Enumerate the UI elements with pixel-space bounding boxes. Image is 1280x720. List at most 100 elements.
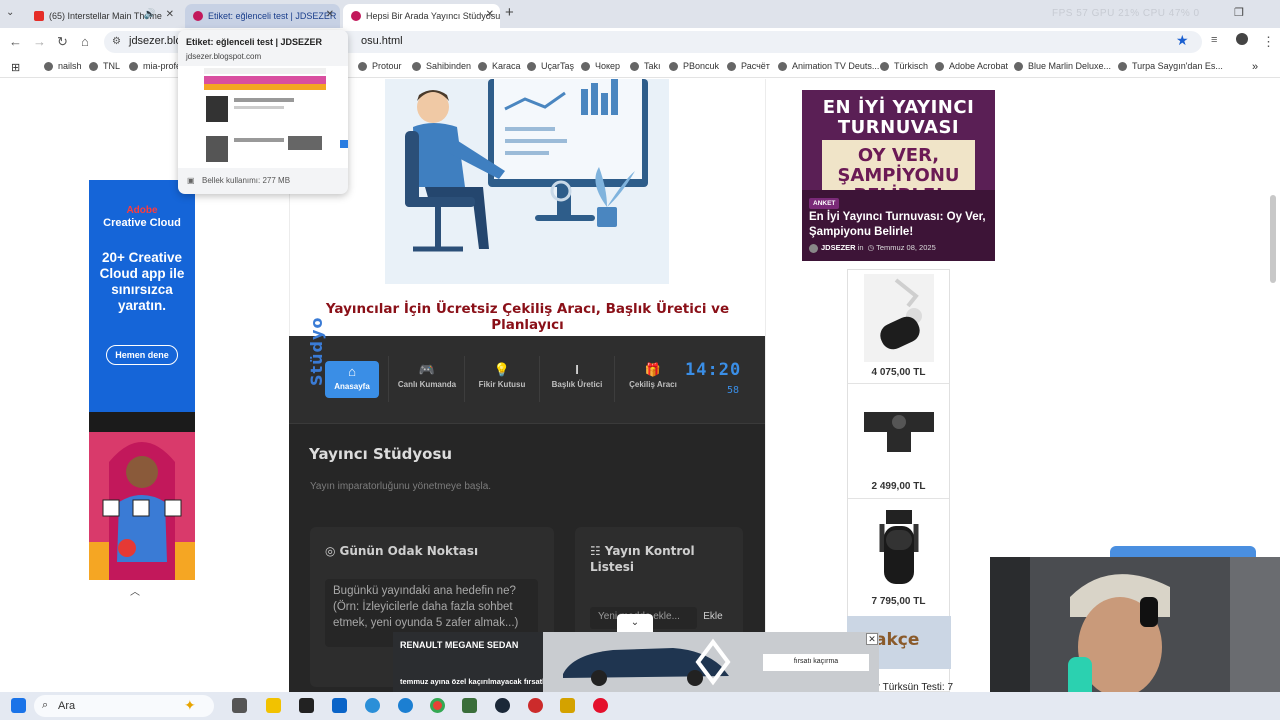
home-icon[interactable]: ⌂	[81, 34, 89, 49]
close-tab-icon[interactable]: ✕	[326, 9, 334, 20]
app-icon[interactable]	[462, 698, 477, 713]
bookmark-favicon-icon	[581, 61, 590, 71]
new-tab-button[interactable]: +	[505, 4, 514, 21]
nav-anasayfa[interactable]: ⌂ Anasayfa	[325, 361, 379, 398]
reload-icon[interactable]: ↻	[57, 34, 68, 50]
bookmark-item[interactable]: TNL	[89, 61, 120, 71]
close-tab-icon[interactable]: ✕	[486, 9, 494, 20]
edge-beta-icon[interactable]	[398, 698, 413, 713]
speaker-icon[interactable]: 🔊	[144, 9, 156, 20]
studio-nav: Stüdyo ⌂ Anasayfa 🎮 Canlı Kumanda 💡 Fiki…	[289, 317, 765, 424]
bookmark-label: Karaca	[492, 61, 521, 71]
bookmark-favicon-icon	[129, 61, 138, 71]
app-icon[interactable]	[299, 698, 314, 713]
bookmark-favicon-icon	[669, 61, 678, 71]
featured-post-card[interactable]: EN İYİ YAYINCI TURNUVASI OY VER, ŞAMPİYO…	[802, 90, 995, 261]
bookmark-item[interactable]: Sahibinden	[412, 61, 471, 71]
edge-icon[interactable]	[365, 698, 380, 713]
chrome-icon[interactable]	[430, 698, 445, 713]
studio-logo: Stüdyo	[307, 316, 326, 386]
task-view-icon[interactable]	[232, 698, 247, 713]
bookmark-item[interactable]: Adobe Acrobat	[935, 61, 1008, 71]
person-at-computer-illustration	[385, 79, 669, 284]
taskbar-search[interactable]: ⌕ Ara ✦	[34, 695, 214, 717]
bookmark-item[interactable]: Turpa Saygın'dan Es...	[1118, 61, 1223, 71]
nav-divider	[539, 356, 540, 402]
close-tab-icon[interactable]: ✕	[166, 9, 174, 20]
forward-icon[interactable]: →	[33, 34, 46, 49]
bookmark-label: Расчёт	[741, 61, 770, 71]
studio-title: Yayıncı Stüdyosu	[309, 445, 453, 463]
blogger-mic-icon	[351, 11, 361, 21]
menu-kebab-icon[interactable]: ⋮	[1262, 34, 1275, 50]
clock-icon: ◷	[867, 243, 875, 252]
bookmark-item[interactable]: Blue Marlin Deluxe...	[1014, 61, 1111, 71]
feature-image-line2: TURNUVASI	[837, 117, 960, 138]
bookmark-item[interactable]: Animation TV Deuts...	[778, 61, 879, 71]
bookmark-item[interactable]: nailsh	[44, 61, 82, 71]
bookmark-label: nailsh	[58, 61, 82, 71]
nav-baslik-uretici[interactable]: I Başlık Üretici	[547, 362, 607, 402]
bookmark-item[interactable]: Чокер	[581, 61, 620, 71]
product-image[interactable]	[864, 504, 934, 592]
bookmark-star-icon[interactable]: ★	[1176, 32, 1189, 49]
nav-label: Canlı Kumanda	[397, 380, 457, 389]
app-icon[interactable]	[560, 698, 575, 713]
ad-brand: Adobe Creative Cloud	[89, 204, 195, 230]
author-name[interactable]: JDSEZER	[821, 243, 856, 252]
adobe-ad[interactable]: Adobe Creative Cloud 20+ Creative Cloud …	[89, 180, 195, 580]
nav-fikir-kutusu[interactable]: 💡 Fikir Kutusu	[472, 362, 532, 402]
file-explorer-icon[interactable]	[266, 698, 281, 713]
bookmark-item[interactable]: Protour	[358, 61, 402, 71]
feature-image-line1: EN İYİ YAYINCI	[822, 97, 975, 118]
ad-close-icon[interactable]: ✕	[866, 633, 878, 645]
bookmark-item[interactable]: mia-profe	[129, 61, 181, 71]
renault-ad-cta[interactable]: fırsatı kaçırma	[763, 654, 869, 671]
feature-title[interactable]: En İyi Yayıncı Turnuvası: Oy Ver, Şampiy…	[809, 210, 993, 240]
bookmark-item[interactable]: Расчёт	[727, 61, 770, 71]
bookmark-favicon-icon	[630, 61, 639, 71]
app-icon[interactable]	[593, 698, 608, 713]
ad-cta-button[interactable]: Hemen dene	[106, 345, 178, 365]
site-info-icon[interactable]: ⚙	[112, 36, 121, 47]
tab-search-chevron-icon[interactable]: ⌄	[6, 7, 14, 18]
app-icon[interactable]	[528, 698, 543, 713]
bookmark-label: TNL	[103, 61, 121, 71]
product-price: 2 499,00 TL	[871, 481, 926, 492]
focus-card-title-text: Günün Odak Noktası	[339, 544, 479, 558]
category-badge[interactable]: ANKET	[809, 198, 840, 209]
bookmark-favicon-icon	[778, 61, 787, 71]
bookmark-item[interactable]: Karaca	[478, 61, 521, 71]
bookmark-item[interactable]: Türkisch	[880, 61, 928, 71]
windows-taskbar: ⌕ Ara ✦	[0, 692, 1280, 720]
product-image[interactable]	[851, 388, 947, 476]
back-icon[interactable]: ←	[9, 34, 22, 49]
ad-collapse-chevron-icon[interactable]: ︿	[130, 583, 140, 598]
page-scrollbar[interactable]	[1270, 195, 1276, 283]
media-controls-icon[interactable]: ≡	[1211, 34, 1217, 46]
more-bookmarks-icon[interactable]: »	[1252, 61, 1258, 73]
ad-collapse-chevron-icon[interactable]: ⌄	[617, 614, 653, 632]
windows-start-icon[interactable]	[11, 698, 26, 713]
tab-interstellar[interactable]: (65) Interstellar Main Theme 🔊 ✕	[26, 4, 180, 28]
apps-grid-icon[interactable]: ⊞	[11, 61, 20, 74]
nav-canli-kumanda[interactable]: 🎮 Canlı Kumanda	[397, 362, 457, 402]
divider	[848, 383, 949, 384]
renault-ad[interactable]: RENAULT MEGANE SEDAN temmuz ayına özel k…	[393, 632, 879, 692]
product-image[interactable]	[864, 274, 934, 362]
nav-divider	[388, 356, 389, 402]
steam-icon[interactable]	[495, 698, 510, 713]
bookmark-item[interactable]: Takı	[630, 61, 661, 71]
tab-etiket[interactable]: Etiket: eğlenceli test | JDSEZER ✕	[185, 4, 340, 28]
outlook-icon[interactable]	[332, 698, 347, 713]
tab-studio[interactable]: Hepsi Bir Arada Yayıncı Stüdyosu ✕	[343, 4, 500, 28]
bookmark-item[interactable]: PBoncuk	[669, 61, 719, 71]
profile-avatar[interactable]	[1236, 33, 1248, 45]
checklist-add-button[interactable]: Ekle	[697, 607, 729, 629]
copilot-sparkle-icon: ✦	[184, 697, 196, 713]
restore-icon[interactable]: ❐	[1234, 6, 1244, 19]
car-image	[543, 632, 763, 692]
bookmark-item[interactable]: UçarTaş	[527, 61, 574, 71]
nav-cekilis-araci[interactable]: 🎁 Çekiliş Aracı	[623, 362, 683, 402]
nav-label: Anasayfa	[334, 382, 370, 391]
